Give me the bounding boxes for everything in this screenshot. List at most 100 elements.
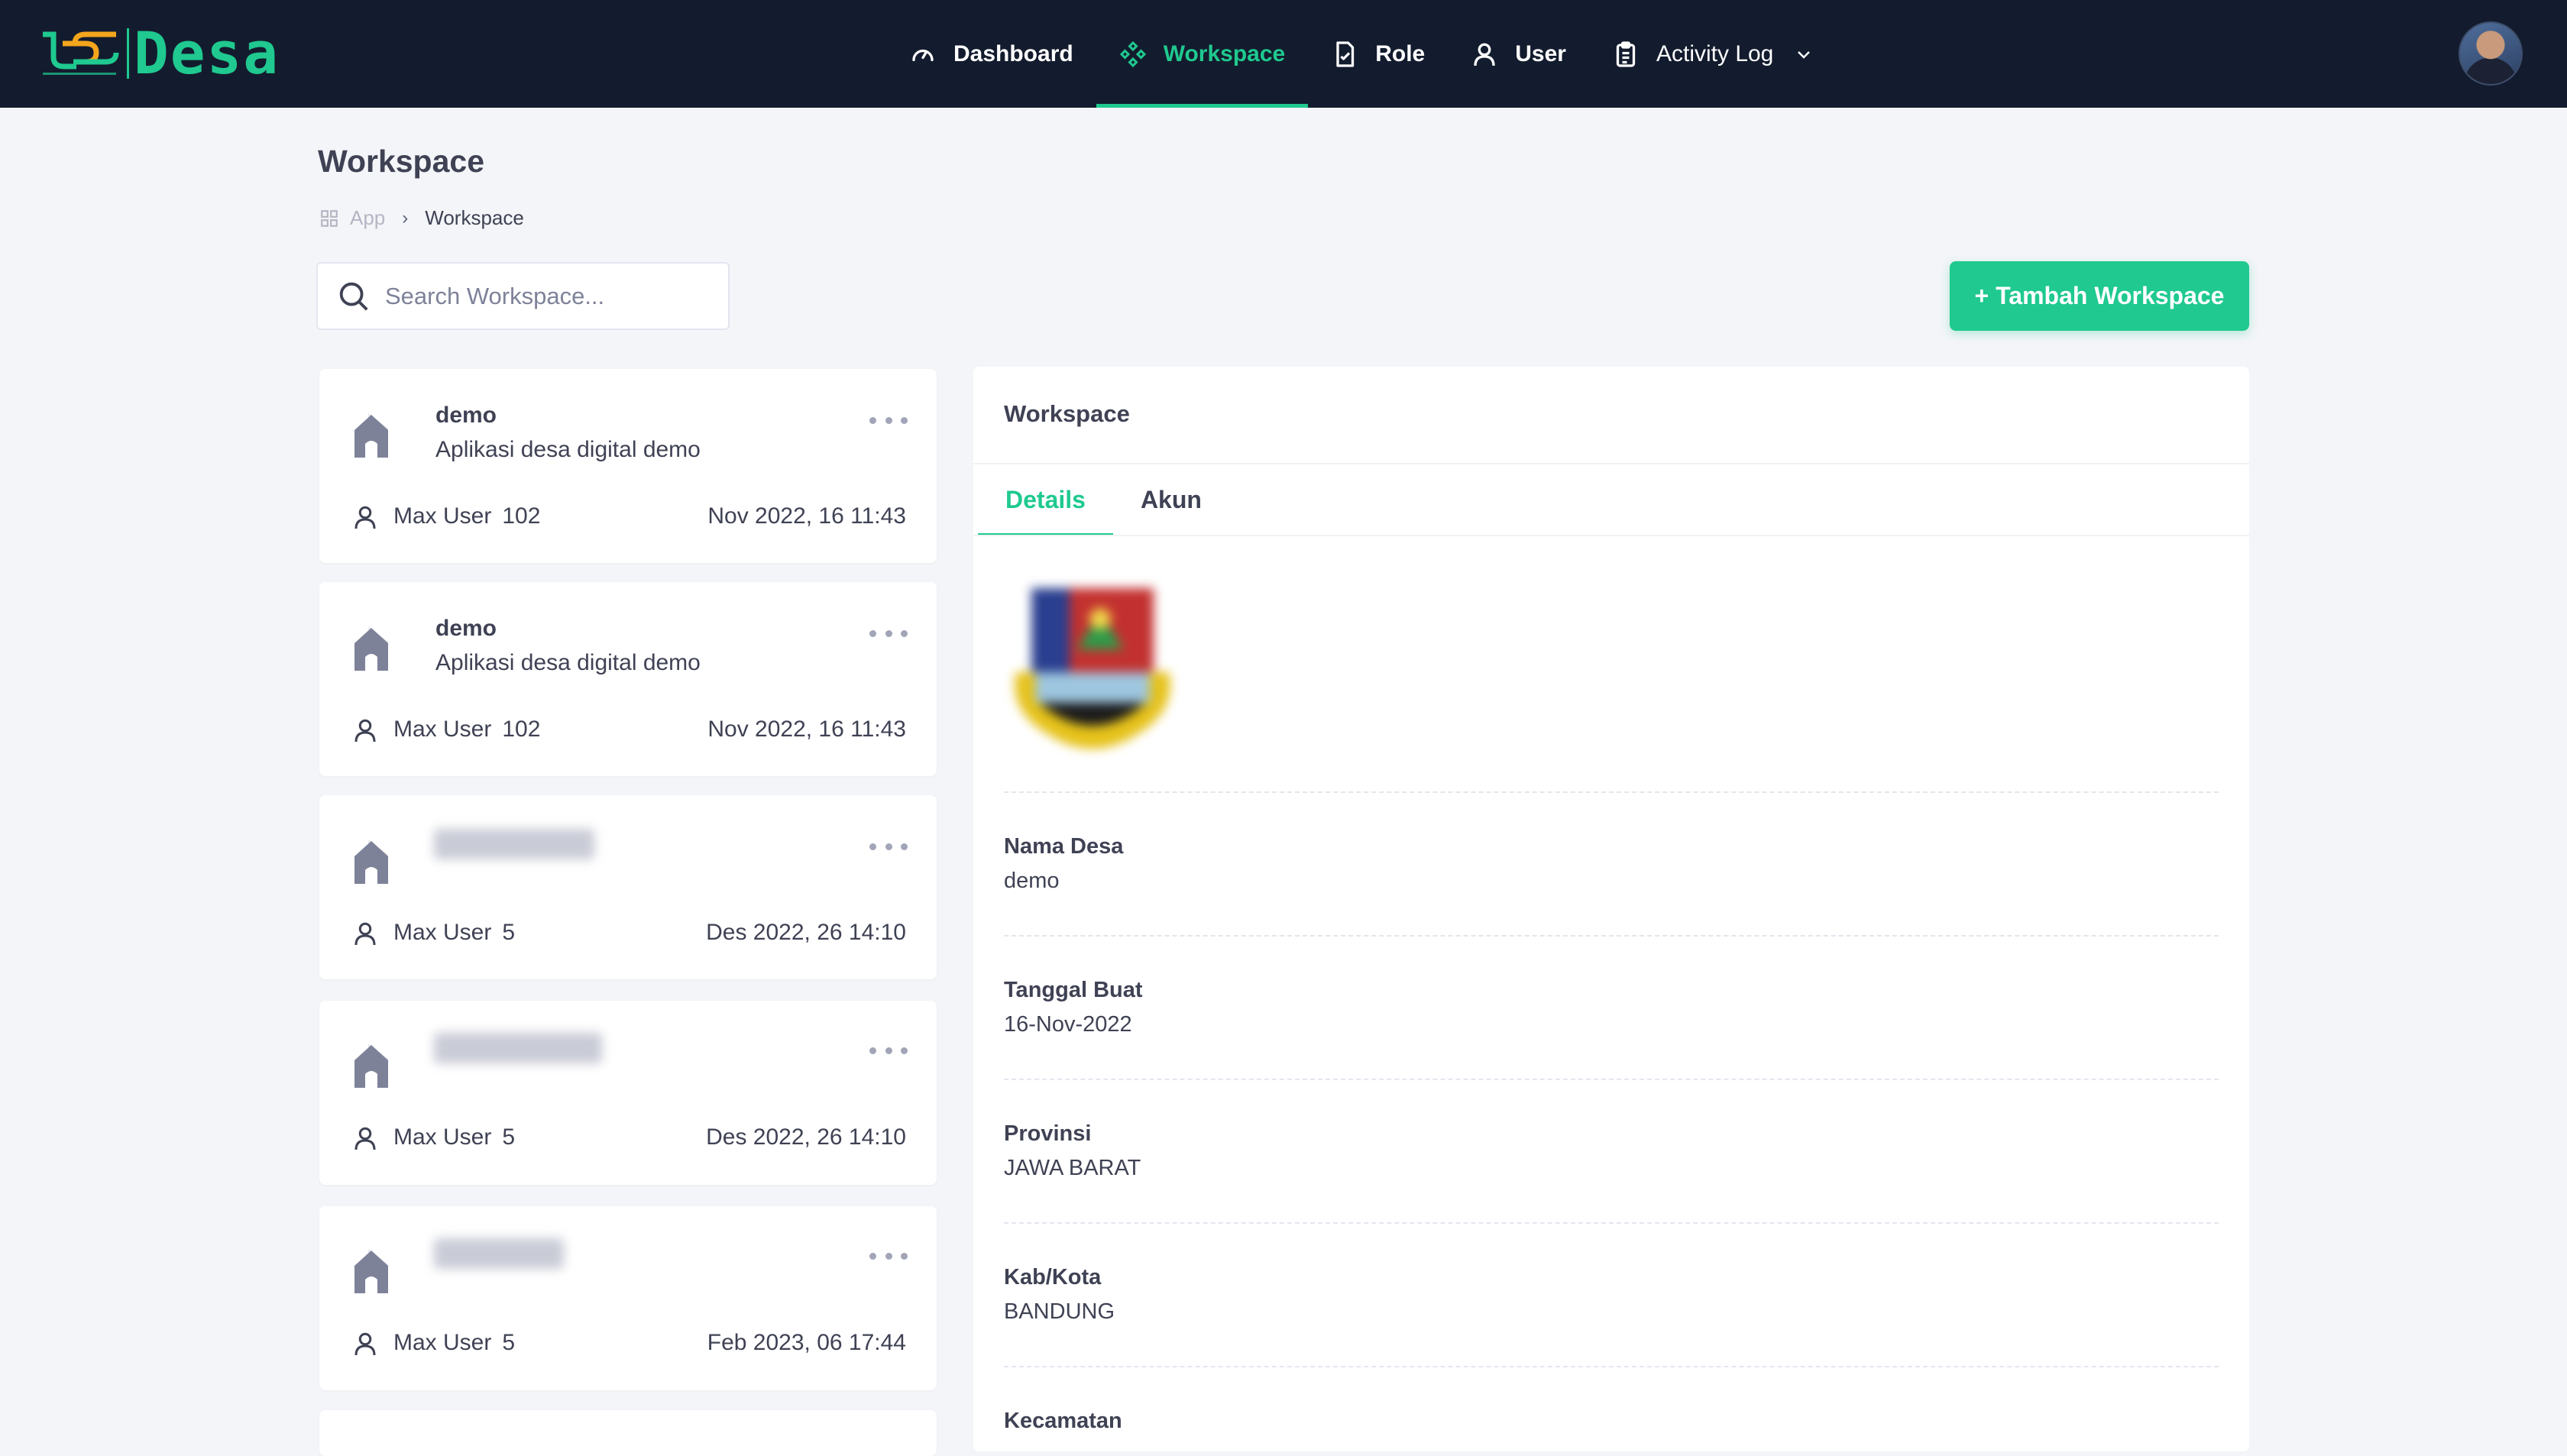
nav-role[interactable]: Role: [1308, 0, 1448, 108]
more-options-icon[interactable]: [869, 841, 908, 852]
field-label: Tanggal Buat: [1004, 978, 1143, 1002]
field-label: Provinsi: [1004, 1121, 1092, 1146]
user-icon: [354, 922, 376, 946]
more-options-icon[interactable]: [869, 415, 908, 425]
workspace-date: Des 2022, 26 14:10: [706, 920, 906, 945]
workspace-card[interactable]: [319, 1410, 937, 1456]
user-icon: [354, 719, 376, 743]
workspace-name-redacted: [434, 1238, 564, 1269]
max-user-value: 102: [502, 503, 541, 529]
workspace-name-redacted: [434, 1033, 602, 1063]
max-user: Max User 102: [393, 503, 540, 529]
workspace-date: Nov 2022, 16 11:43: [707, 717, 906, 742]
max-user-label: Max User: [393, 1124, 492, 1150]
nav-user[interactable]: User: [1448, 0, 1589, 108]
max-user: Max User 102: [393, 717, 540, 743]
brand-name: Desa: [134, 19, 280, 87]
user-icon: [354, 506, 376, 529]
breadcrumb: App › Workspace: [319, 206, 524, 230]
nav-dashboard[interactable]: Dashboard: [886, 0, 1096, 108]
field-kecamatan: Kecamatan: [1004, 1409, 2219, 1443]
field-provinsi: Provinsi JAWA BARAT: [1004, 1121, 2219, 1181]
user-icon: [1474, 43, 1495, 66]
max-user-value: 5: [502, 1124, 516, 1150]
user-icon: [354, 1332, 376, 1356]
workspace-card[interactable]: Max User 5 Feb 2023, 06 17:44: [319, 1206, 937, 1390]
diamond-grid-icon: [1119, 40, 1146, 67]
nav-workspace-label: Workspace: [1163, 40, 1286, 66]
workspace-date: Nov 2022, 16 11:43: [707, 503, 906, 529]
max-user: Max User 5: [393, 1330, 515, 1356]
gauge-icon: [912, 49, 934, 61]
search-input[interactable]: [385, 282, 706, 310]
workspace-card[interactable]: demo Aplikasi desa digital demo Max User…: [319, 582, 937, 776]
tab-akun[interactable]: Akun: [1113, 463, 1229, 536]
house-icon: [354, 1249, 388, 1293]
field-tanggal-buat: Tanggal Buat 16-Nov-2022: [1004, 978, 2219, 1037]
workspace-card[interactable]: Max User 5 Des 2022, 26 14:10: [319, 1001, 937, 1185]
chevron-down-icon: [1798, 50, 1811, 59]
max-user-label: Max User: [393, 717, 492, 742]
max-user: Max User 5: [393, 920, 515, 946]
divider: [1004, 1222, 2219, 1224]
field-value: 16-Nov-2022: [1004, 1012, 1132, 1037]
workspace-card[interactable]: demo Aplikasi desa digital demo Max User…: [319, 369, 937, 563]
field-label: Kecamatan: [1004, 1409, 1122, 1433]
search-icon: [339, 282, 368, 311]
divider: [1004, 1366, 2219, 1367]
logo-divider: [127, 28, 129, 79]
max-user-value: 102: [502, 717, 541, 742]
workspace-name: demo: [435, 403, 497, 428]
field-value: demo: [1004, 869, 1060, 893]
divider: [1004, 935, 2219, 937]
nav-dashboard-label: Dashboard: [953, 40, 1073, 66]
nav-workspace[interactable]: Workspace: [1096, 0, 1309, 108]
more-options-icon[interactable]: [869, 1251, 908, 1261]
ds-logo-icon: [43, 31, 119, 75]
field-nama-desa: Nama Desa demo: [1004, 834, 2219, 894]
divider: [1004, 1079, 2219, 1080]
user-avatar[interactable]: [2459, 21, 2523, 86]
village-crest-image: [1015, 588, 1170, 749]
more-options-icon[interactable]: [869, 1045, 908, 1056]
workspace-description: Aplikasi desa digital demo: [435, 650, 701, 675]
house-icon: [354, 413, 388, 458]
workspace-card[interactable]: Max User 5 Des 2022, 26 14:10: [319, 795, 937, 979]
breadcrumb-app[interactable]: App: [350, 206, 385, 230]
divider: [973, 535, 2249, 536]
tab-details[interactable]: Details: [978, 463, 1113, 536]
max-user-label: Max User: [393, 1330, 492, 1355]
main-nav: Dashboard Workspace Role User Activity L…: [886, 0, 1836, 108]
max-user-value: 5: [502, 1330, 516, 1355]
clipboard-icon: [1616, 40, 1636, 67]
breadcrumb-current: Workspace: [425, 206, 524, 229]
max-user-label: Max User: [393, 503, 492, 529]
workspace-date: Feb 2023, 06 17:44: [707, 1330, 906, 1355]
workspace-detail-panel: Workspace Details Akun Nama Desa demo Ta…: [973, 367, 2249, 1451]
nav-role-label: Role: [1375, 40, 1426, 66]
workspace-description: Aplikasi desa digital demo: [435, 437, 701, 462]
field-label: Kab/Kota: [1004, 1265, 1102, 1289]
max-user-value: 5: [502, 920, 516, 945]
breadcrumb-separator-icon: ›: [402, 207, 409, 228]
nav-user-label: User: [1515, 40, 1566, 66]
field-kab-kota: Kab/Kota BANDUNG: [1004, 1265, 2219, 1325]
apps-grid-icon: [321, 209, 338, 227]
top-navbar: Desa Dashboard Workspace Role User Activ…: [0, 0, 2567, 108]
panel-title: Workspace: [1004, 400, 1130, 427]
house-icon: [354, 1043, 388, 1088]
detail-tabs: Details Akun: [978, 463, 1229, 536]
brand-logo[interactable]: Desa: [40, 23, 280, 84]
field-value: JAWA BARAT: [1004, 1156, 1141, 1180]
nav-activity-log[interactable]: Activity Log: [1589, 0, 1836, 108]
field-value: BANDUNG: [1004, 1299, 1115, 1324]
max-user-label: Max User: [393, 920, 492, 945]
add-workspace-button[interactable]: + Tambah Workspace: [1950, 261, 2249, 331]
page-title: Workspace: [318, 144, 485, 179]
max-user: Max User 5: [393, 1124, 515, 1150]
divider: [1004, 791, 2219, 793]
workspace-date: Des 2022, 26 14:10: [706, 1124, 906, 1150]
user-icon: [354, 1127, 376, 1150]
more-options-icon[interactable]: [869, 628, 908, 639]
search-box[interactable]: [316, 262, 730, 330]
